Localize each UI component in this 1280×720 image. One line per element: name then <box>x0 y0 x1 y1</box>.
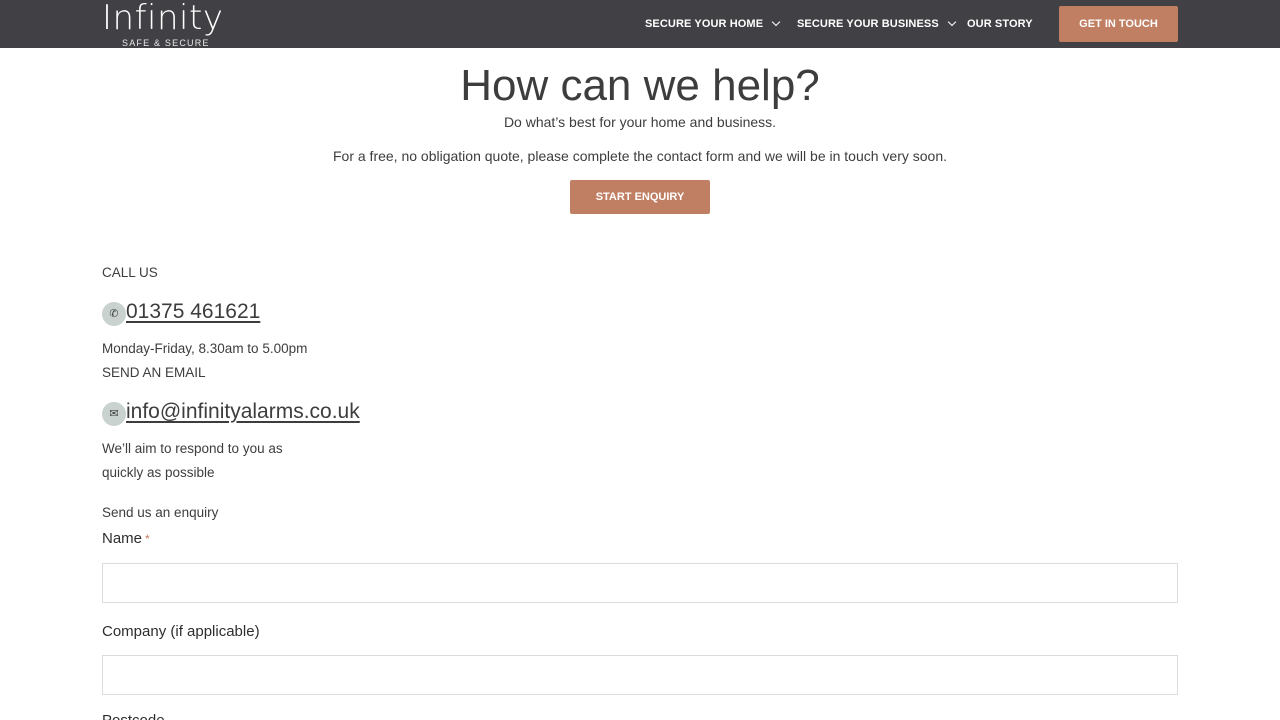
nav-secure-your-business[interactable]: SECURE YOUR BUSINESS <box>797 0 957 48</box>
logo-tagline: SAFE & SECURE <box>122 38 210 48</box>
hero-description: For a free, no obligation quote, please … <box>332 148 948 164</box>
required-marker: * <box>145 532 150 546</box>
phone-link[interactable]: 01375 461621 <box>126 300 260 324</box>
nav-our-story-label: OUR STORY <box>967 18 1033 30</box>
chevron-down-icon <box>771 17 781 27</box>
chevron-down-icon <box>947 17 957 27</box>
email-row: ✉ info@infinityalarms.co.uk <box>102 398 360 426</box>
get-in-touch-button[interactable]: GET IN TOUCH <box>1059 6 1178 42</box>
start-enquiry-button[interactable]: START ENQUIRY <box>570 180 710 214</box>
company-input[interactable] <box>102 655 1178 695</box>
logo[interactable]: Infinity SAFE & SECURE <box>102 0 224 48</box>
nav-secure-your-home[interactable]: SECURE YOUR HOME <box>645 0 781 48</box>
phone-row: ✆ 01375 461621 <box>102 298 260 326</box>
hero-subtitle: Do what’s best for your home and busines… <box>503 114 777 130</box>
site-header: Infinity SAFE & SECURE SECURE YOUR HOME … <box>0 0 1280 48</box>
name-label-text: Name <box>102 530 143 547</box>
company-field-label: Company (if applicable) <box>102 623 260 640</box>
email-link[interactable]: info@infinityalarms.co.uk <box>126 400 360 424</box>
send-email-label: SEND AN EMAIL <box>102 365 206 380</box>
envelope-icon: ✉ <box>102 401 126 426</box>
enquiry-form-heading: Send us an enquiry <box>102 505 219 520</box>
logo-wordmark: Infinity <box>102 0 224 38</box>
name-input[interactable] <box>102 563 1178 603</box>
response-note-line2: quickly as possible <box>102 465 215 480</box>
nav-secure-your-home-label: SECURE YOUR HOME <box>645 18 764 30</box>
name-field-label: Name * <box>102 530 150 547</box>
page-title: How can we help? <box>460 61 820 110</box>
response-note-line1: We’ll aim to respond to you as <box>102 441 283 456</box>
call-us-label: CALL US <box>102 265 158 280</box>
office-hours: Monday-Friday, 8.30am to 5.00pm <box>102 341 308 356</box>
nav-our-story[interactable]: OUR STORY <box>967 0 1033 48</box>
nav-secure-your-business-label: SECURE YOUR BUSINESS <box>797 18 939 30</box>
phone-icon: ✆ <box>102 301 126 326</box>
postcode-field-label: Postcode <box>102 712 165 720</box>
